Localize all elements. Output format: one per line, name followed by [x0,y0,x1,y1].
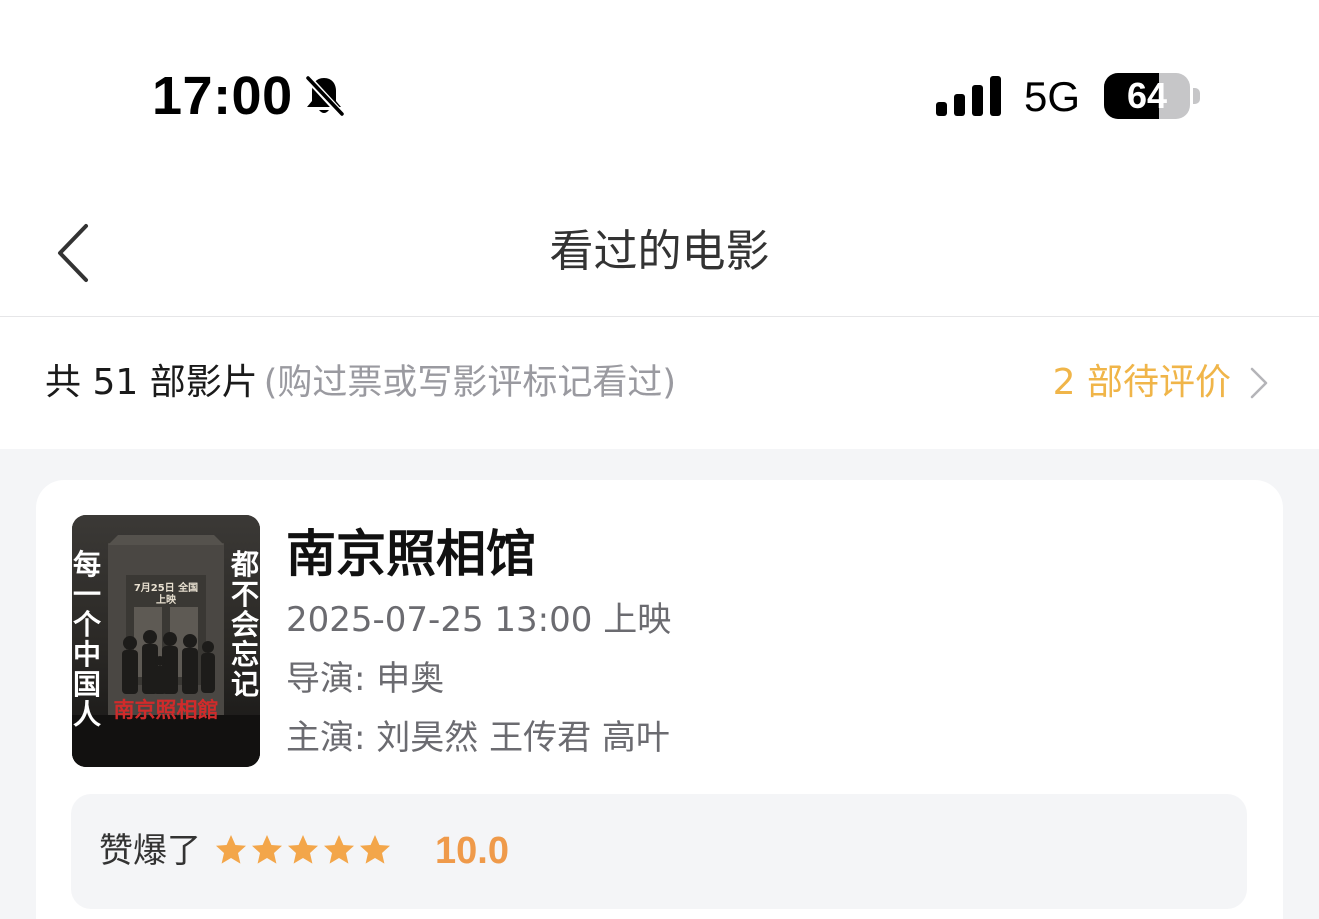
movie-poster[interactable]: 每一个中国人 都不会忘记 7月25日 全国上映 南京照相館 [72,515,260,767]
movie-cast: 主演: 刘昊然 王传君 高叶 [286,718,670,758]
rating-score: 10.0 [435,830,509,872]
poster-left-text: 每一个中国人 [72,548,101,731]
count-note: (购过票或写影评标记看过) [263,363,677,403]
battery-level: 64 [1126,75,1168,116]
status-time: 17:00 [152,66,293,126]
summary-row: 共 51 部影片 (购过票或写影评标记看过) 2 部待评价 [0,318,1319,449]
movie-card[interactable]: 每一个中国人 都不会忘记 7月25日 全国上映 南京照相館 南京照相馆 2025… [36,480,1283,919]
page-title: 看过的电影 [549,226,770,277]
movie-release-time: 2025-07-25 13:00 上映 [286,600,672,640]
nav-bar: 看过的电影 [0,190,1319,317]
star-icon [360,835,390,864]
pending-review-link[interactable]: 2 部待评价 [1053,358,1269,408]
poster-right-text: 都不会忘记 [230,548,259,701]
rating-stars [213,832,393,870]
star-icon [252,835,282,864]
star-icon [324,835,354,864]
chevron-right-icon [1250,367,1268,399]
rating-label: 赞爆了 [99,831,201,871]
movie-count-summary: 共 51 部影片 (购过票或写影评标记看过) [45,358,676,414]
pending-review-label: 2 部待评价 [1052,362,1231,403]
battery-icon: 64 [1104,73,1200,119]
watched-movies-page: 17:00 5G 64 看过的电影 共 51 部影片 (购过票或写影评标记看过)… [0,0,1319,919]
star-icon [216,835,246,864]
poster-date-text: 7月25日 全国上映 [133,583,199,606]
status-bar: 17:00 5G 64 [0,0,1319,190]
movie-title: 南京照相馆 [286,525,536,583]
star-icon [288,835,318,864]
movie-count: 共 51 部影片 [45,362,258,403]
rating-box: 赞爆了 10.0 [71,794,1247,909]
poster-title-text: 南京照相館 [113,697,219,722]
network-type: 5G [1024,73,1081,120]
bell-muted-icon [304,74,345,118]
signal-icon [936,76,1001,116]
movie-director: 导演: 申奥 [286,659,445,699]
